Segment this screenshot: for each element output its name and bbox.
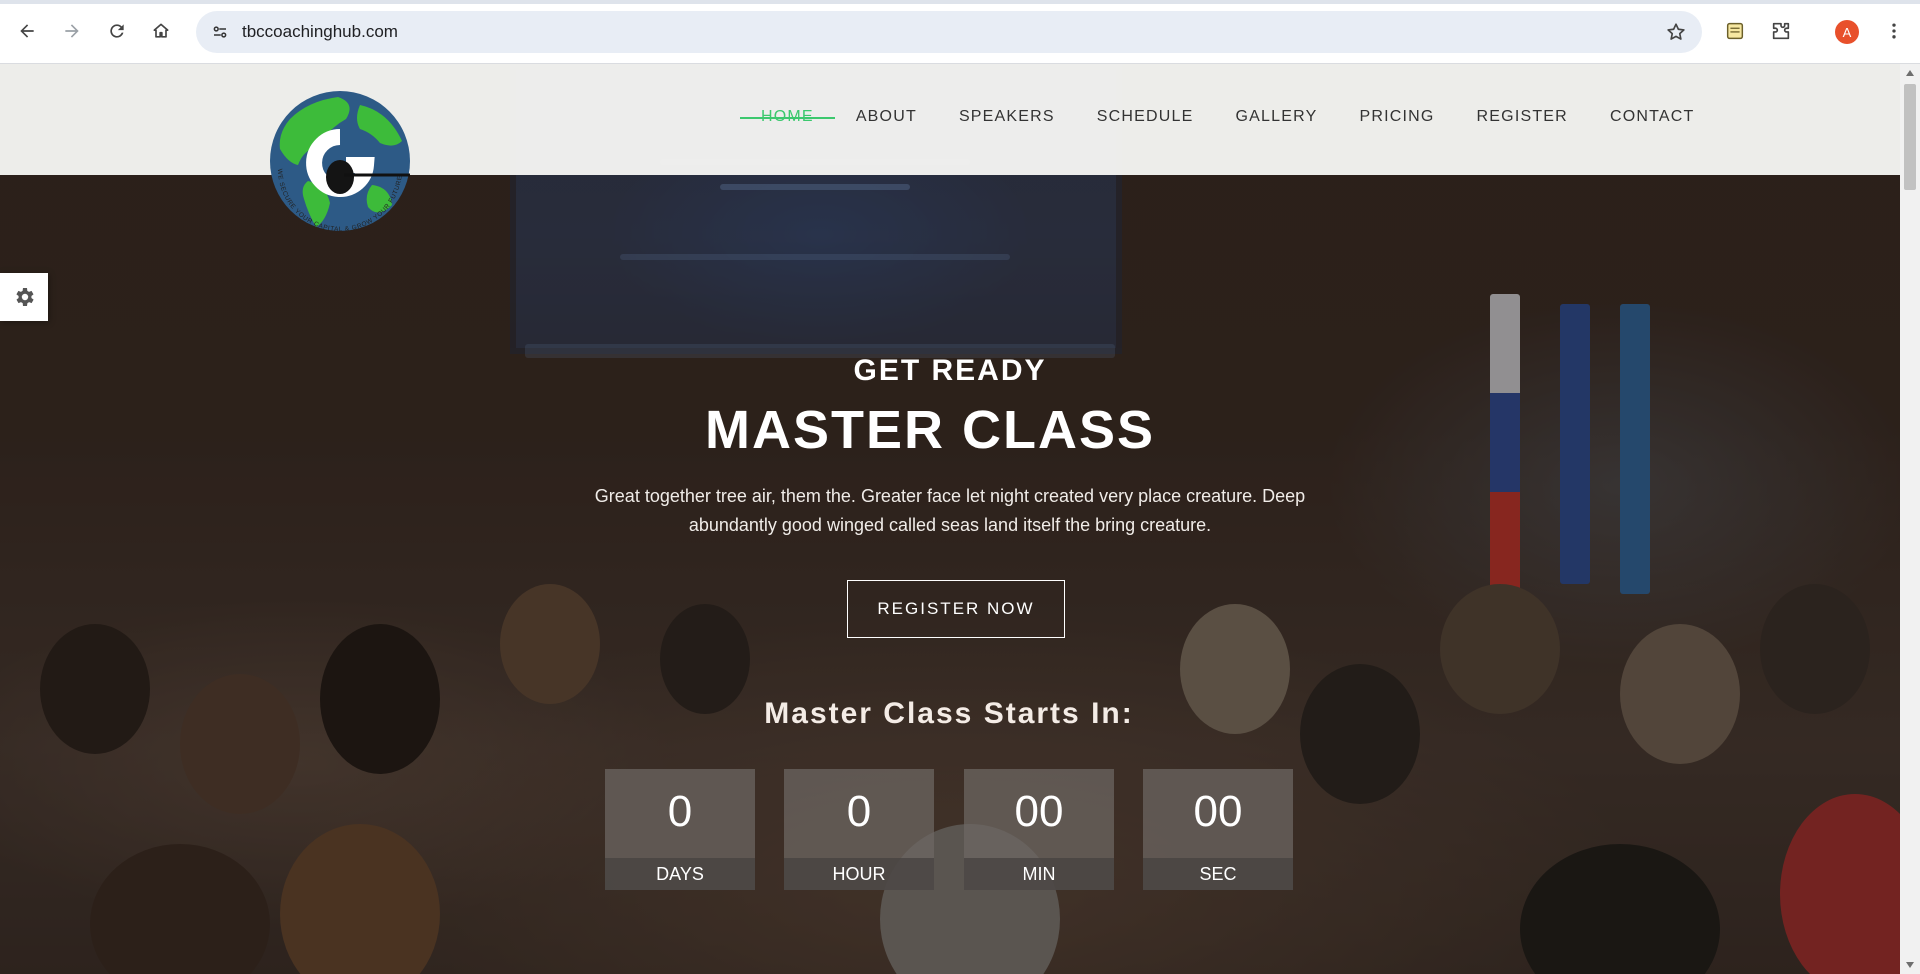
countdown-minutes: 00 MIN <box>964 769 1114 890</box>
gear-icon <box>16 288 34 306</box>
hero-description: Great together tree air, them the. Great… <box>594 486 1306 535</box>
countdown-value: 00 <box>1014 787 1064 836</box>
hero-kicker: GET READY <box>853 354 1047 387</box>
countdown-value: 00 <box>1193 787 1243 836</box>
reload-icon <box>110 24 124 38</box>
extensions-puzzle-icon <box>1772 22 1790 40</box>
address-bar[interactable]: tbccoachinghub.com <box>196 11 1702 53</box>
globe-logo-icon: WE SECURE YOUR CAPITAL & GROW YOUR FUTUR… <box>270 91 410 233</box>
extension-notes-icon <box>1726 22 1744 40</box>
bookmark-button[interactable] <box>1664 20 1688 44</box>
bookmark-star-icon <box>1667 23 1685 40</box>
nav-item-gallery[interactable]: GALLERY <box>1215 108 1339 126</box>
scroll-up-arrow-icon[interactable] <box>1906 70 1914 76</box>
page-viewport: HOME ABOUT SPEAKERS SCHEDULE GALLERY PRI… <box>0 64 1900 974</box>
site-logo[interactable]: WE SECURE YOUR CAPITAL & GROW YOUR FUTUR… <box>268 89 412 249</box>
active-indicator <box>740 117 835 119</box>
forward-icon <box>65 24 79 38</box>
countdown-title: Master Class Starts In: <box>764 697 1134 730</box>
more-menu-icon <box>1892 23 1896 39</box>
register-now-button[interactable]: REGISTER NOW <box>847 580 1065 638</box>
nav-item-contact[interactable]: CONTACT <box>1589 108 1716 126</box>
scroll-down-arrow-icon[interactable] <box>1906 962 1914 968</box>
countdown-unit: MIN <box>964 858 1114 890</box>
nav-item-schedule[interactable]: SCHEDULE <box>1076 108 1215 126</box>
site-info-button[interactable] <box>204 16 236 48</box>
home-icon <box>153 23 169 38</box>
countdown-hours: 0 HOUR <box>784 769 934 890</box>
countdown-unit: DAYS <box>605 858 755 890</box>
forward-button[interactable] <box>55 14 89 48</box>
back-icon <box>20 24 34 38</box>
hero-title: MASTER CLASS <box>704 400 1155 460</box>
nav-item-pricing[interactable]: PRICING <box>1338 108 1455 126</box>
nav-item-home[interactable]: HOME <box>740 108 835 126</box>
countdown-seconds: 00 SEC <box>1143 769 1293 890</box>
settings-panel-toggle[interactable] <box>0 273 48 321</box>
nav-item-register[interactable]: REGISTER <box>1456 108 1589 126</box>
profile-avatar[interactable]: A <box>1835 20 1859 44</box>
nav-item-about[interactable]: ABOUT <box>835 108 938 126</box>
notes-extension-button[interactable] <box>1720 16 1750 46</box>
page-scrollbar[interactable] <box>1900 64 1920 974</box>
countdown-value: 0 <box>667 787 693 836</box>
nav-item-speakers[interactable]: SPEAKERS <box>938 108 1076 126</box>
browser-toolbar: tbccoachinghub.com A <box>0 0 1920 64</box>
reload-button[interactable] <box>100 14 134 48</box>
tab-strip-edge <box>0 0 1920 4</box>
scroll-thumb[interactable] <box>1904 84 1916 190</box>
site-info-icon <box>213 26 227 38</box>
url-text[interactable]: tbccoachinghub.com <box>242 22 398 42</box>
more-menu-button[interactable] <box>1879 16 1909 46</box>
main-navigation: HOME ABOUT SPEAKERS SCHEDULE GALLERY PRI… <box>740 108 1715 126</box>
countdown-value: 0 <box>846 787 872 836</box>
countdown-unit: HOUR <box>784 858 934 890</box>
home-button[interactable] <box>144 14 178 48</box>
countdown-days: 0 DAYS <box>605 769 755 890</box>
extensions-button[interactable] <box>1766 16 1796 46</box>
countdown-unit: SEC <box>1143 858 1293 890</box>
back-button[interactable] <box>10 14 44 48</box>
